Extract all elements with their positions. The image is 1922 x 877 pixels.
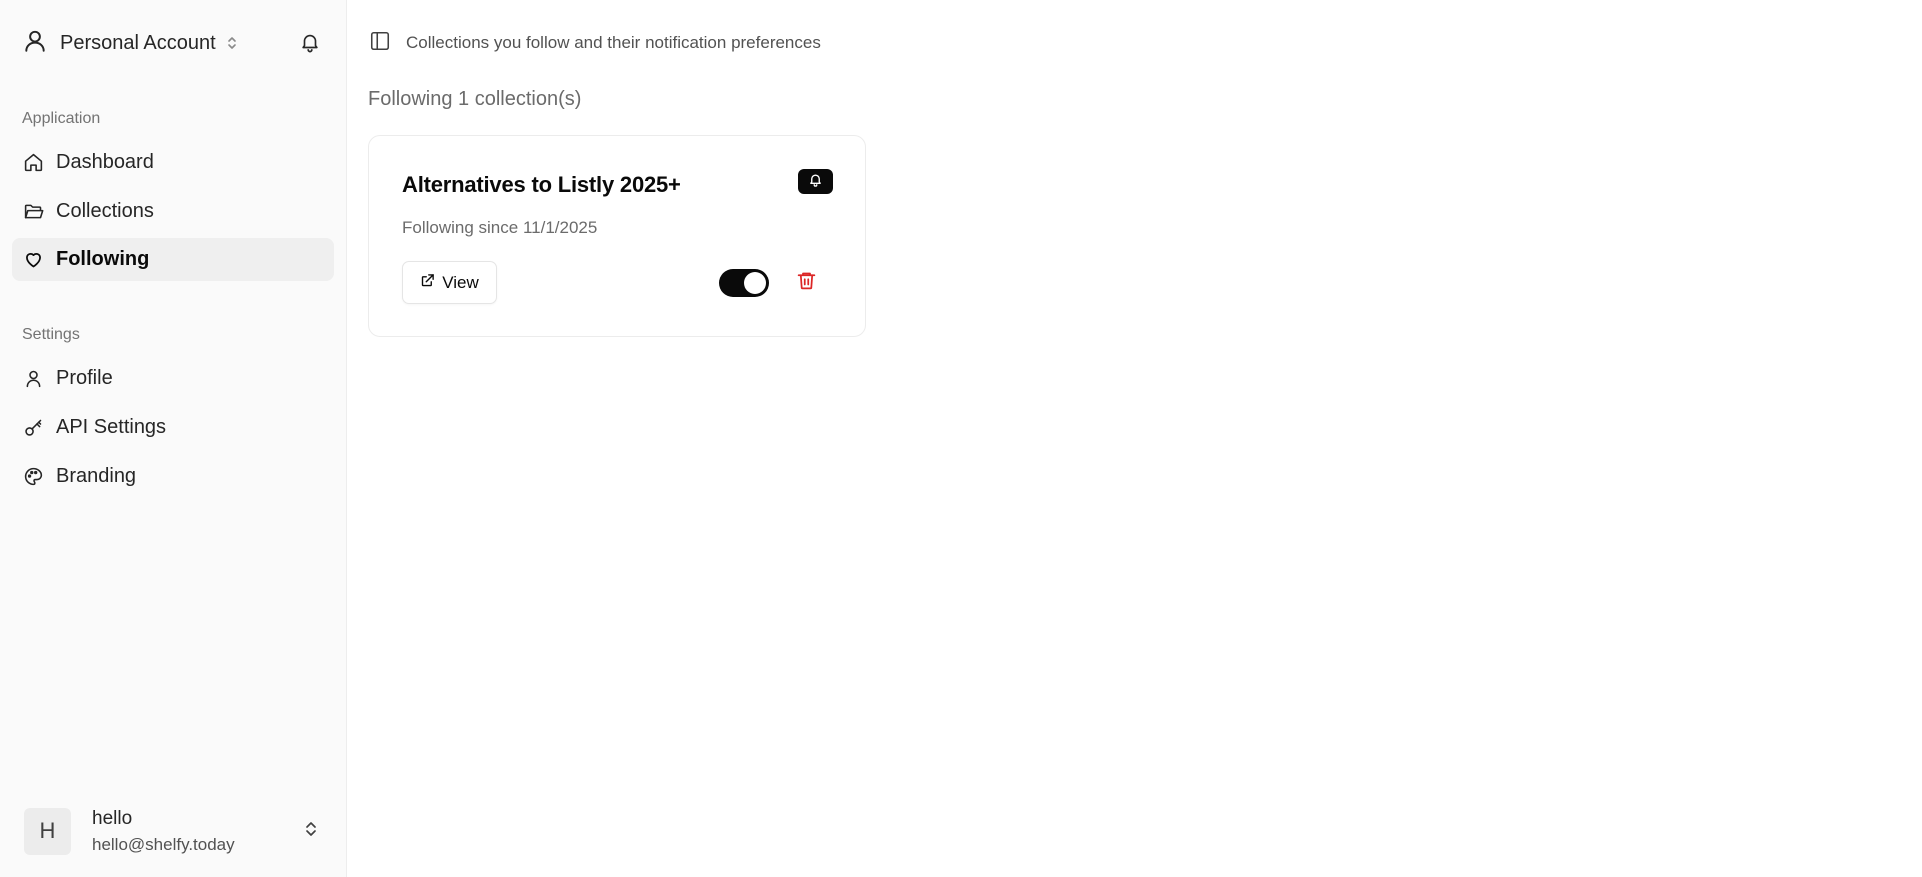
home-icon	[22, 152, 44, 174]
heart-icon	[22, 249, 44, 271]
sidebar: Personal Account Application Dashboard C…	[0, 0, 347, 877]
toggle-knob	[744, 272, 766, 294]
sidebar-item-profile[interactable]: Profile	[12, 357, 334, 400]
view-button[interactable]: View	[402, 261, 497, 304]
page-description: Collections you follow and their notific…	[406, 33, 821, 52]
sidebar-item-branding[interactable]: Branding	[12, 455, 334, 498]
section-label-settings: Settings	[22, 326, 80, 343]
sidebar-item-api-settings[interactable]: API Settings	[12, 406, 334, 449]
sidebar-item-label: Collections	[56, 200, 154, 222]
sidebar-item-label: API Settings	[56, 416, 167, 438]
sidebar-item-dashboard[interactable]: Dashboard	[12, 141, 334, 184]
user-menu[interactable]: H hello hello@shelfy.today	[12, 796, 334, 866]
panel-left-icon	[369, 30, 391, 57]
sidebar-item-following[interactable]: Following	[12, 238, 334, 281]
bell-icon	[808, 172, 823, 192]
user-icon	[22, 368, 44, 390]
collection-card: Alternatives to Listly 2025+ Following s…	[368, 135, 866, 337]
sidebar-toggle-button[interactable]	[368, 31, 392, 55]
sidebar-item-label: Branding	[56, 465, 137, 487]
key-icon	[22, 417, 44, 439]
sidebar-item-label: Profile	[56, 367, 113, 389]
notifications-bell-button[interactable]	[298, 32, 322, 56]
view-button-label: View	[442, 272, 479, 292]
following-since: Following since 11/1/2025	[402, 218, 598, 237]
user-info: hello hello@shelfy.today	[92, 808, 235, 855]
chevrons-up-down-icon	[226, 34, 238, 52]
unfollow-delete-button[interactable]	[793, 270, 819, 296]
account-switcher[interactable]: Personal Account	[22, 28, 238, 58]
page-toolbar: Collections you follow and their notific…	[368, 30, 821, 56]
notifications-toggle[interactable]	[719, 269, 769, 297]
avatar: H	[24, 807, 71, 855]
trash-icon	[796, 270, 817, 296]
account-label: Personal Account	[60, 31, 216, 54]
section-label-application: Application	[22, 110, 101, 127]
folder-open-icon	[22, 201, 44, 223]
bell-icon	[299, 31, 321, 58]
palette-icon	[22, 466, 44, 488]
notifications-badge	[798, 169, 833, 194]
following-count: Following 1 collection(s)	[368, 88, 582, 110]
collection-title: Alternatives to Listly 2025+	[402, 172, 681, 197]
sidebar-item-collections[interactable]: Collections	[12, 190, 334, 233]
user-icon	[22, 28, 48, 59]
sidebar-item-label: Following	[56, 248, 150, 270]
chevrons-up-down-icon	[304, 819, 318, 844]
external-link-icon	[420, 273, 435, 293]
sidebar-item-label: Dashboard	[56, 151, 154, 173]
user-email: hello@shelfy.today	[92, 834, 235, 854]
user-name: hello	[92, 807, 133, 829]
